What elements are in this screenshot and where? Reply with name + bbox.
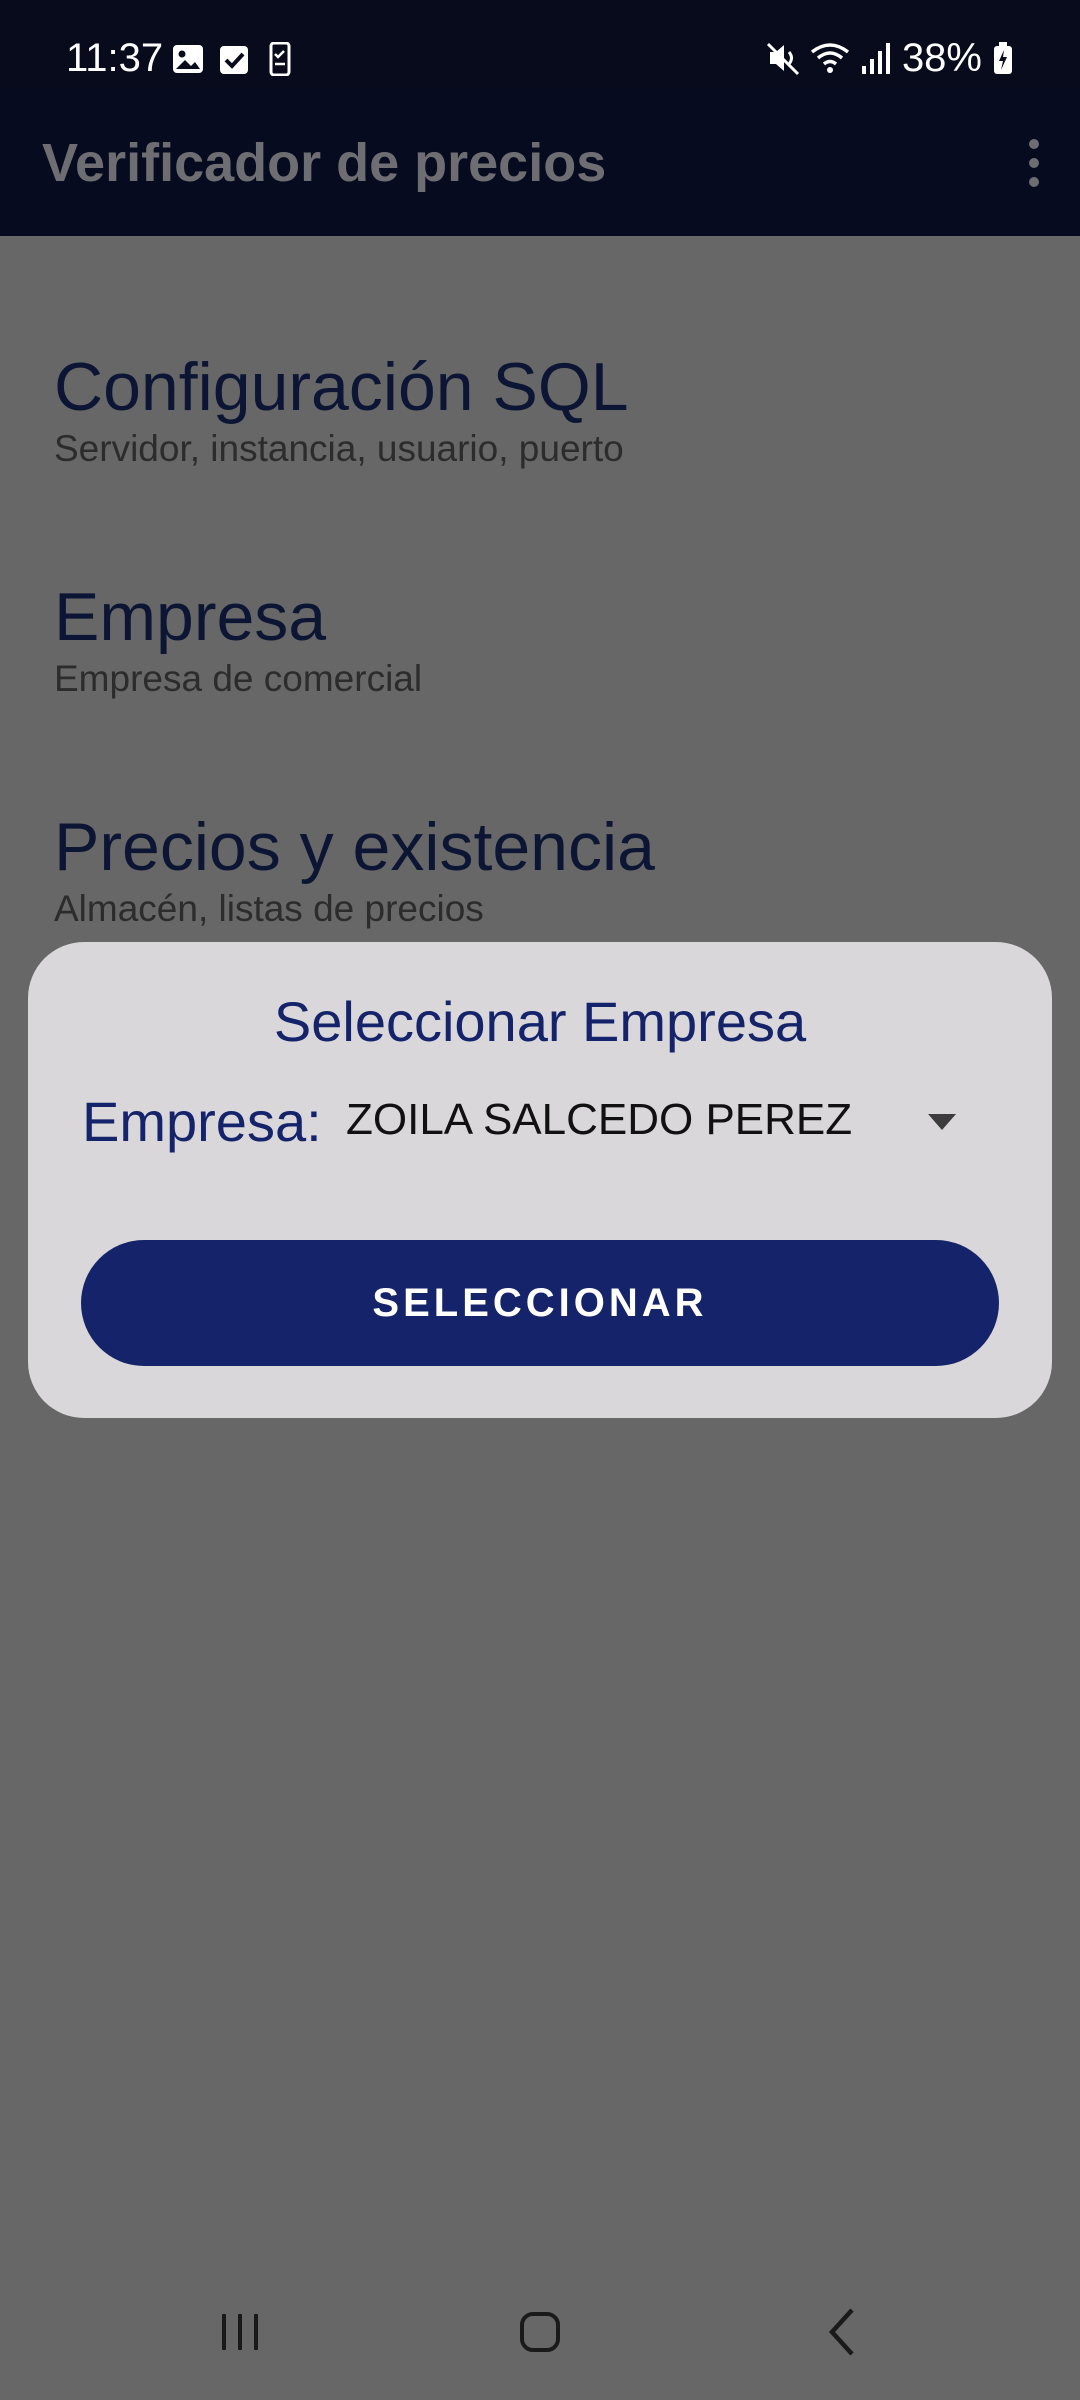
gallery-icon bbox=[173, 45, 203, 73]
dialog-title: Seleccionar Empresa bbox=[273, 990, 807, 1053]
check-box-icon bbox=[220, 46, 248, 74]
phone-task-icon bbox=[269, 42, 291, 76]
pref-empresa[interactable]: Empresa Empresa de comercial bbox=[54, 578, 422, 702]
back-icon[interactable] bbox=[804, 2302, 884, 2362]
status-system-icons: 38% bbox=[766, 34, 1014, 82]
mute-icon bbox=[766, 42, 799, 76]
company-dropdown-value: ZOILA SALCEDO PEREZ bbox=[346, 1095, 853, 1144]
system-nav-bar bbox=[0, 2262, 1080, 2400]
select-button[interactable]: SELECCIONAR bbox=[81, 1240, 999, 1366]
pref-summary: Empresa de comercial bbox=[54, 658, 423, 699]
app-title: Verificador de precios bbox=[42, 133, 607, 193]
recents-icon[interactable] bbox=[200, 2302, 280, 2362]
pref-title: Precios y existencia bbox=[54, 809, 655, 885]
status-bar: 11:37 38% bbox=[0, 0, 1080, 88]
pref-summary: Servidor, instancia, usuario, puerto bbox=[54, 428, 624, 469]
battery-charging-icon bbox=[994, 42, 1012, 74]
company-dropdown[interactable]: ZOILA SALCEDO PEREZ bbox=[346, 1082, 996, 1162]
signal-icon bbox=[861, 43, 890, 74]
company-field-label: Empresa: bbox=[82, 1090, 322, 1153]
status-notification-icons bbox=[172, 42, 296, 76]
dropdown-arrow-icon bbox=[928, 1114, 956, 1130]
wifi-icon bbox=[810, 43, 850, 73]
more-vert-icon[interactable] bbox=[1014, 128, 1054, 198]
pref-summary: Almacén, listas de precios bbox=[54, 888, 484, 929]
pref-title: Empresa bbox=[54, 579, 327, 655]
status-time: 11:37 bbox=[66, 36, 164, 80]
home-icon[interactable] bbox=[500, 2302, 580, 2362]
pref-precios-existencia[interactable]: Precios y existencia Almacén, listas de … bbox=[54, 808, 655, 932]
select-company-dialog: Seleccionar Empresa Empresa: ZOILA SALCE… bbox=[28, 942, 1052, 1418]
app-bar: Verificador de precios bbox=[0, 88, 1080, 236]
battery-percentage: 38% bbox=[901, 36, 982, 80]
pref-sql-config[interactable]: Configuración SQL Servidor, instancia, u… bbox=[54, 348, 629, 472]
pref-title: Configuración SQL bbox=[54, 349, 629, 425]
